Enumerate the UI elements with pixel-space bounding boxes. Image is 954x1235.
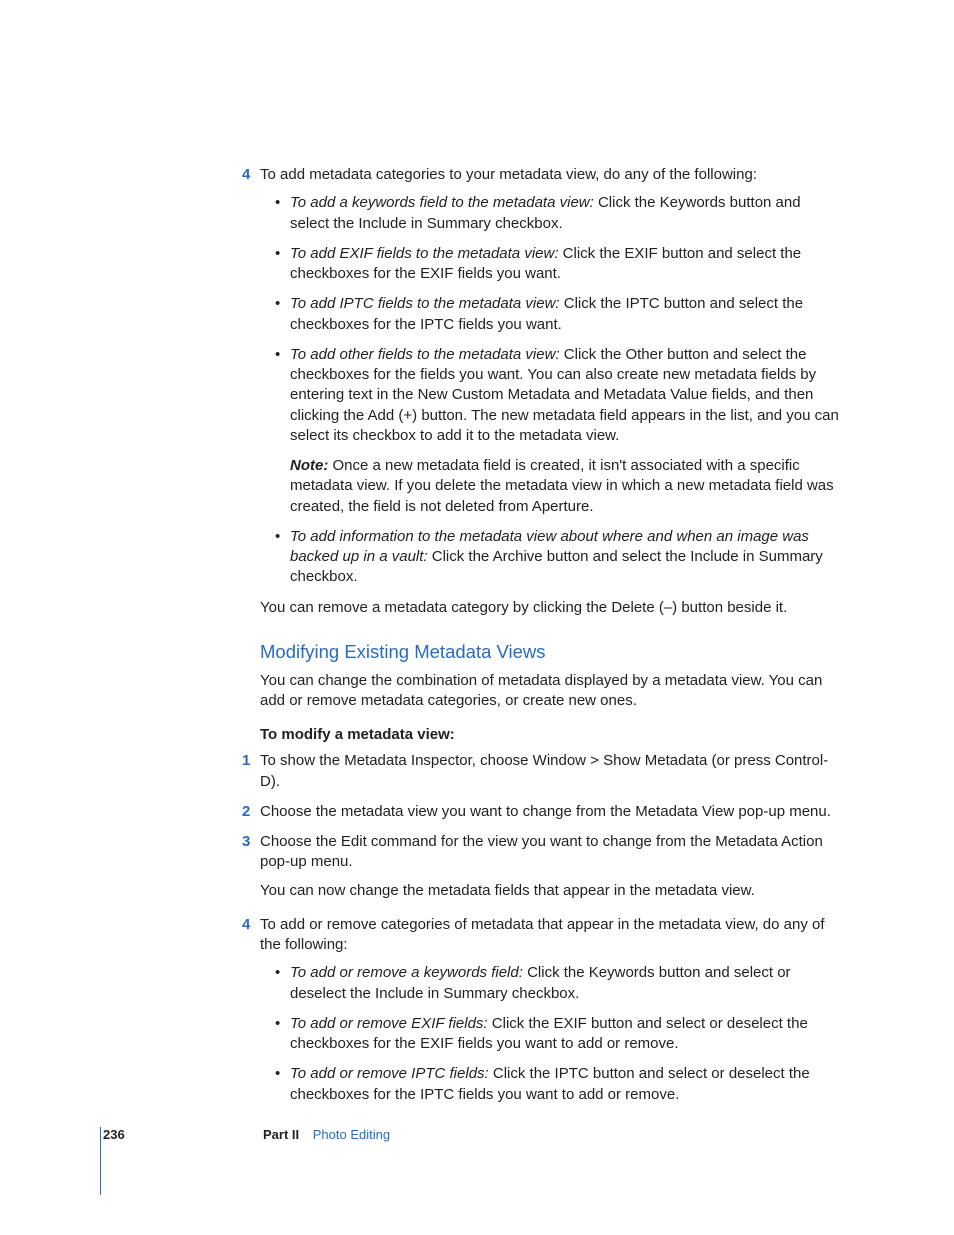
page-footer: 236 Part II Photo Editing	[100, 1127, 954, 1195]
bullet-item: To add IPTC fields to the metadata view:…	[260, 294, 840, 335]
bullet-lead: To add a keywords field to the metadata …	[290, 194, 594, 211]
footer-title: Photo Editing	[313, 1127, 390, 1142]
step-3: 3 Choose the Edit command for the view y…	[260, 832, 840, 901]
step-text: To show the Metadata Inspector, choose W…	[260, 752, 828, 789]
bullet-item: To add information to the metadata view …	[260, 527, 840, 588]
bullet-list: To add a keywords field to the metadata …	[260, 193, 840, 587]
page-content: 4 To add metadata categories to your met…	[130, 165, 840, 1115]
section-heading: Modifying Existing Metadata Views	[260, 640, 840, 665]
step-text: Choose the metadata view you want to cha…	[260, 803, 831, 820]
bullet-item: To add other fields to the metadata view…	[260, 345, 840, 446]
sub-heading: To modify a metadata view:	[260, 725, 840, 745]
step-text: Choose the Edit command for the view you…	[260, 833, 823, 870]
step-1: 1 To show the Metadata Inspector, choose…	[260, 751, 840, 792]
step-4-bottom: 4 To add or remove categories of metadat…	[260, 915, 840, 1105]
footer-part: Part II	[263, 1127, 299, 1142]
bullet-lead: To add or remove a keywords field:	[290, 964, 523, 981]
step-3-after: You can now change the metadata fields t…	[260, 881, 840, 901]
bullet-item: To add or remove IPTC fields: Click the …	[260, 1064, 840, 1105]
step-number: 3	[242, 832, 250, 852]
bullet-lead: To add or remove IPTC fields:	[290, 1065, 489, 1082]
step-number: 2	[242, 802, 250, 822]
step-intro: To add metadata categories to your metad…	[260, 166, 757, 183]
note-text: Once a new metadata field is created, it…	[290, 457, 834, 515]
note-block: Note: Once a new metadata field is creat…	[260, 456, 840, 517]
bullet-item: To add or remove EXIF fields: Click the …	[260, 1014, 840, 1055]
step-number: 4	[242, 915, 250, 935]
bullet-item: To add or remove a keywords field: Click…	[260, 963, 840, 1004]
step-number: 1	[242, 751, 250, 771]
section-intro: You can change the combination of metada…	[260, 671, 840, 712]
page-number: 236	[103, 1127, 125, 1142]
note-label: Note:	[290, 457, 328, 474]
closing-paragraph: You can remove a metadata category by cl…	[260, 598, 840, 618]
step-number: 4	[242, 165, 250, 185]
step-intro: To add or remove categories of metadata …	[260, 916, 825, 953]
step-2: 2 Choose the metadata view you want to c…	[260, 802, 840, 822]
body-text: 4 To add metadata categories to your met…	[260, 165, 840, 1105]
bullet-item: To add a keywords field to the metadata …	[260, 193, 840, 234]
step-4-top: 4 To add metadata categories to your met…	[260, 165, 840, 588]
bullet-lead: To add or remove EXIF fields:	[290, 1015, 488, 1032]
bullet-lead: To add other fields to the metadata view…	[290, 346, 560, 363]
bullet-list: To add or remove a keywords field: Click…	[260, 963, 840, 1105]
bullet-lead: To add IPTC fields to the metadata view:	[290, 295, 560, 312]
bullet-item: To add EXIF fields to the metadata view:…	[260, 244, 840, 285]
bullet-lead: To add EXIF fields to the metadata view:	[290, 245, 559, 262]
